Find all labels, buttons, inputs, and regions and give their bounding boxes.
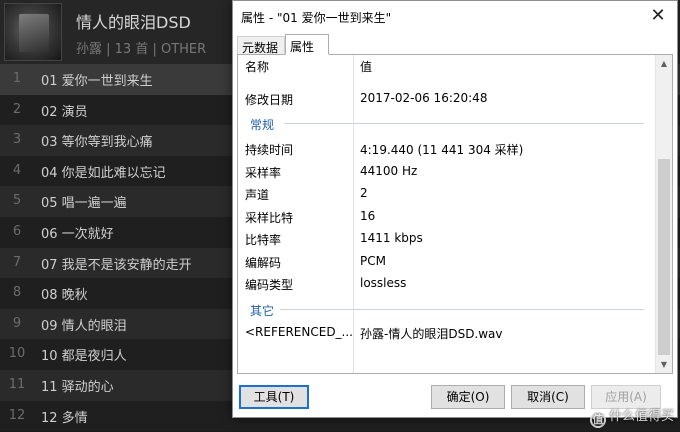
group-divider — [284, 123, 644, 124]
track-title: 02 演员 — [41, 104, 88, 120]
property-name: 采样率 — [245, 166, 282, 180]
track-title: 06 一次就好 — [41, 226, 114, 242]
property-name: <REFERENCED_... — [245, 325, 353, 339]
property-row[interactable]: 采样率 44100 Hz — [238, 160, 656, 182]
properties-dialog: 属性 - "01 爱你一世到来生" ✕ 元数据 属性 名称 值 修改日期 201… — [232, 0, 678, 418]
album-title: 情人的眼泪DSD — [76, 13, 191, 32]
vertical-scrollbar[interactable]: ▲ ▼ — [655, 55, 672, 373]
property-value: PCM — [360, 254, 386, 268]
close-icon[interactable]: ✕ — [647, 5, 669, 27]
property-row[interactable]: 采样比特 16 — [238, 205, 656, 227]
track-title: 08 晚秋 — [41, 288, 88, 304]
property-value: lossless — [360, 276, 407, 290]
track-number: 11 — [8, 376, 26, 392]
group-header-other: 其它 — [238, 298, 656, 320]
album-cover[interactable] — [4, 3, 62, 61]
property-value: 孙露-情人的眼泪DSD.wav — [360, 327, 503, 341]
track-title: 11 驿动的心 — [41, 379, 114, 395]
property-value: 4:19.440 (11 441 304 采样) — [360, 143, 524, 157]
group-header-general: 常规 — [238, 112, 656, 134]
property-value: 2 — [360, 186, 368, 200]
grid-header: 名称 值 — [238, 55, 656, 77]
dialog-titlebar[interactable]: 属性 - "01 爱你一世到来生" ✕ — [233, 1, 677, 31]
track-number: 3 — [12, 132, 22, 148]
track-title: 01 爱你一世到来生 — [41, 74, 153, 89]
track-number: 12 — [8, 407, 26, 423]
track-number: 10 — [8, 346, 26, 362]
track-number: 9 — [12, 315, 22, 331]
scrollbar-thumb[interactable] — [658, 159, 670, 355]
name-column-header[interactable]: 名称 — [245, 58, 269, 75]
properties-panel: 名称 值 修改日期 2017-02-06 16:20:48 常规 持续时间 4:… — [237, 54, 673, 374]
property-name: 采样比特 — [245, 211, 294, 225]
property-row[interactable]: 持续时间 4:19.440 (11 441 304 采样) — [238, 137, 656, 159]
property-row[interactable]: 编解码 PCM — [238, 250, 656, 272]
track-number: 8 — [12, 285, 22, 301]
ok-button[interactable]: 确定(O) — [431, 385, 505, 409]
property-name: 比特率 — [245, 233, 282, 247]
track-title: 03 等你等到我心痛 — [41, 135, 153, 151]
group-label: 其它 — [250, 304, 275, 318]
track-title: 09 情人的眼泪 — [41, 318, 127, 334]
watermark: 值什么值得买 — [589, 405, 674, 428]
property-name: 编码类型 — [245, 278, 294, 292]
scroll-up-arrow-icon[interactable]: ▲ — [656, 55, 672, 72]
dialog-title: 属性 - "01 爱你一世到来生" — [241, 11, 392, 25]
property-name: 持续时间 — [245, 143, 294, 157]
group-label: 常规 — [250, 118, 275, 132]
watermark-text: 什么值得买 — [608, 409, 674, 424]
value-column-header[interactable]: 值 — [360, 58, 372, 75]
track-number: 7 — [12, 254, 22, 270]
property-row[interactable]: 比特率 1411 kbps — [238, 227, 656, 249]
track-number: 6 — [12, 223, 22, 239]
track-title: 12 多情 — [41, 410, 88, 426]
properties-grid: 名称 值 修改日期 2017-02-06 16:20:48 常规 持续时间 4:… — [238, 55, 656, 373]
property-value: 16 — [360, 209, 376, 223]
album-subtitle: 孙露 | 13 首 | OTHER — [76, 42, 207, 57]
track-number: 4 — [12, 162, 22, 178]
property-value: 44100 Hz — [360, 164, 418, 178]
property-row[interactable]: <REFERENCED_... 孙露-情人的眼泪DSD.wav — [238, 321, 656, 343]
scroll-down-arrow-icon[interactable]: ▼ — [656, 356, 672, 373]
cancel-button[interactable]: 取消(C) — [511, 385, 585, 409]
property-row[interactable]: 修改日期 2017-02-06 16:20:48 — [238, 87, 656, 109]
track-number: 5 — [12, 193, 22, 209]
property-name: 编解码 — [245, 256, 282, 270]
group-divider — [280, 309, 644, 310]
property-row[interactable]: 编码类型 lossless — [238, 272, 656, 294]
property-value: 1411 kbps — [360, 231, 423, 245]
property-name: 声道 — [245, 188, 270, 202]
track-number: 2 — [12, 101, 22, 117]
track-number: 1 — [12, 71, 22, 86]
property-name: 修改日期 — [245, 93, 294, 107]
tools-button[interactable]: 工具(T) — [239, 385, 309, 409]
track-title: 04 你是如此难以忘记 — [41, 165, 166, 181]
partially-hidden-row — [238, 77, 656, 85]
track-title: 10 都是夜归人 — [41, 349, 127, 365]
track-title: 07 我是不是该安静的走开 — [41, 257, 192, 273]
watermark-logo-icon: 值 — [589, 412, 606, 428]
tab-metadata[interactable]: 元数据 — [237, 36, 285, 55]
property-value: 2017-02-06 16:20:48 — [360, 91, 488, 105]
tab-properties[interactable]: 属性 — [285, 34, 329, 55]
track-title: 05 唱一遍一遍 — [41, 196, 127, 212]
property-row[interactable]: 声道 2 — [238, 182, 656, 204]
